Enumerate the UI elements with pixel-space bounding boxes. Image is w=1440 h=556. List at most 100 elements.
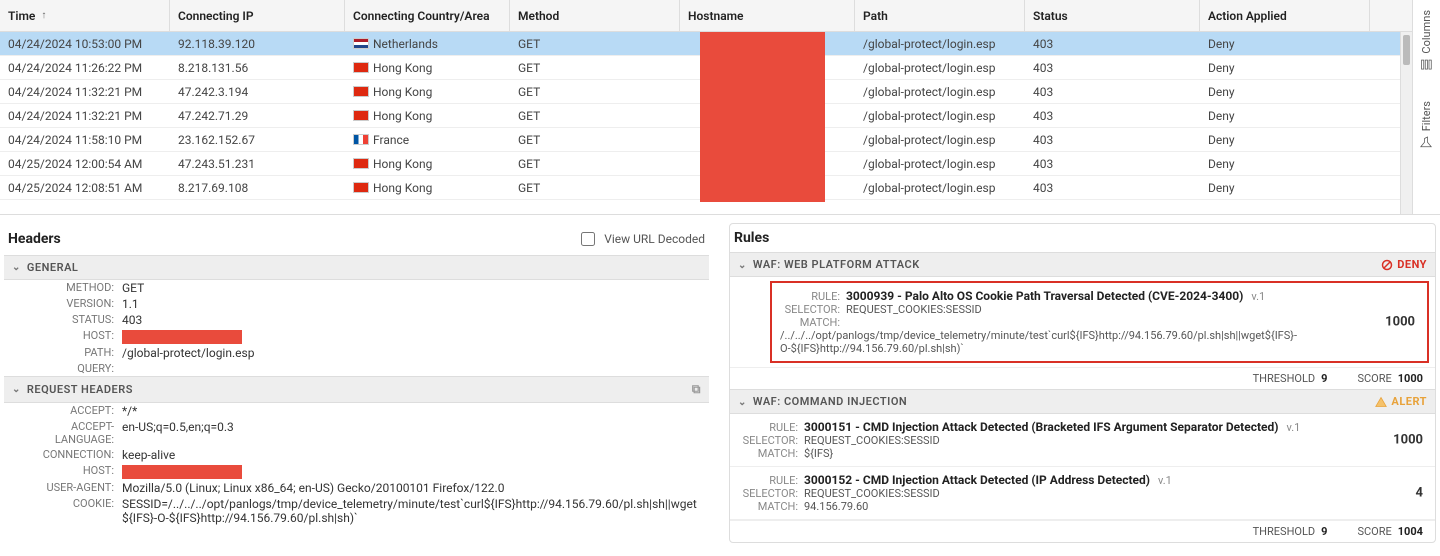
col-action[interactable]: Action Applied (1200, 0, 1370, 31)
general-status: 403 (122, 313, 701, 327)
col-time[interactable]: Time↑ (0, 0, 170, 31)
cell-action: Deny (1200, 37, 1370, 51)
cell-time: 04/25/2024 12:08:51 AM (0, 181, 170, 195)
rule-section-header[interactable]: ⌄WAF: WEB PLATFORM ATTACK DENY (730, 252, 1435, 277)
cell-time: 04/24/2024 11:58:10 PM (0, 133, 170, 147)
log-grid: Time↑ Connecting IP Connecting Country/A… (0, 0, 1412, 214)
headers-panel: Headers View URL Decoded ⌄GENERAL METHOD… (4, 223, 709, 543)
col-path[interactable]: Path (855, 0, 1025, 31)
general-query (122, 362, 701, 375)
cell-ip: 92.118.39.120 (170, 37, 345, 51)
cell-country: Hong Kong (345, 157, 510, 171)
hdr-accept: */* (122, 404, 701, 418)
headers-title: Headers (8, 231, 61, 247)
col-ip[interactable]: Connecting IP (170, 0, 345, 31)
cell-path: /global-protect/login.esp (855, 37, 1025, 51)
general-version: 1.1 (122, 297, 701, 311)
cell-path: /global-protect/login.esp (855, 181, 1025, 195)
general-path: /global-protect/login.esp (122, 346, 701, 360)
cell-action: Deny (1200, 85, 1370, 99)
cell-action: Deny (1200, 61, 1370, 75)
general-method: GET (122, 281, 701, 295)
cell-path: /global-protect/login.esp (855, 157, 1025, 171)
cell-action: Deny (1200, 109, 1370, 123)
rule-section-header[interactable]: ⌄WAF: COMMAND INJECTION ALERT (730, 389, 1435, 414)
cell-method: GET (510, 133, 680, 147)
grid-header: Time↑ Connecting IP Connecting Country/A… (0, 0, 1412, 32)
col-status[interactable]: Status (1025, 0, 1200, 31)
flag-icon (353, 110, 369, 121)
redacted-host (122, 465, 242, 479)
cell-status: 403 (1025, 61, 1200, 75)
cell-ip: 8.218.131.56 (170, 61, 345, 75)
rule-score: 1000 (1385, 315, 1415, 330)
cell-time: 04/24/2024 11:32:21 PM (0, 109, 170, 123)
rule-match: /../../../opt/panlogs/tmp/device_telemet… (780, 329, 1297, 355)
rule-title: 3000152 - CMD Injection Attack Detected … (804, 473, 1172, 487)
cell-path: /global-protect/login.esp (855, 61, 1025, 75)
rule-score: 1000 (1393, 433, 1423, 448)
cell-status: 403 (1025, 37, 1200, 51)
col-country[interactable]: Connecting Country/Area (345, 0, 510, 31)
cell-ip: 8.217.69.108 (170, 181, 345, 195)
columns-icon (1421, 59, 1433, 71)
rule-match: ${IFS} (804, 447, 833, 460)
flag-icon (353, 182, 369, 193)
col-host[interactable]: Hostname (680, 0, 855, 31)
rule-title: 3000939 - Palo Alto OS Cookie Path Trave… (846, 289, 1265, 303)
cell-ip: 47.242.3.194 (170, 85, 345, 99)
chevron-down-icon: ⌄ (12, 384, 21, 395)
view-url-decoded[interactable]: View URL Decoded (577, 229, 705, 249)
flag-icon (353, 158, 369, 169)
cell-country: Hong Kong (345, 181, 510, 195)
cell-action: Deny (1200, 133, 1370, 147)
redacted-host (122, 330, 242, 344)
vertical-scrollbar[interactable] (1400, 32, 1412, 214)
flag-icon (353, 86, 369, 97)
hdr-cookie: SESSID=/../../../opt/panlogs/tmp/device_… (122, 497, 701, 525)
rules-title-row: Rules (730, 224, 1435, 252)
cell-path: /global-protect/login.esp (855, 85, 1025, 99)
rule-match: 94.156.79.60 (804, 500, 868, 513)
cell-method: GET (510, 85, 680, 99)
cell-ip: 47.243.51.231 (170, 157, 345, 171)
cell-status: 403 (1025, 181, 1200, 195)
cell-time: 04/24/2024 11:26:22 PM (0, 61, 170, 75)
cell-path: /global-protect/login.esp (855, 109, 1025, 123)
scrollbar-thumb[interactable] (1403, 35, 1410, 65)
cell-ip: 47.242.71.29 (170, 109, 345, 123)
cell-method: GET (510, 37, 680, 51)
cell-country: France (345, 133, 510, 147)
redacted-hostname-block (700, 32, 825, 202)
rule-block: RULE:3000939 - Palo Alto OS Cookie Path … (770, 281, 1429, 363)
cell-method: GET (510, 157, 680, 171)
cell-country: Hong Kong (345, 85, 510, 99)
copy-icon[interactable]: ⧉ (692, 382, 701, 397)
cell-method: GET (510, 181, 680, 195)
flag-icon (353, 62, 369, 73)
filters-tab[interactable]: Filters (1420, 101, 1433, 148)
details-area: Headers View URL Decoded ⌄GENERAL METHOD… (0, 215, 1440, 551)
request-headers-section-header[interactable]: ⌄REQUEST HEADERS⧉ (4, 376, 709, 403)
flag-icon (353, 38, 369, 49)
cell-action: Deny (1200, 181, 1370, 195)
flag-icon (353, 134, 369, 145)
headers-title-row: Headers View URL Decoded (4, 223, 709, 255)
chevron-down-icon: ⌄ (12, 262, 21, 273)
col-method[interactable]: Method (510, 0, 680, 31)
rule-selector: REQUEST_COOKIES:SESSID (846, 303, 982, 316)
general-section-header[interactable]: ⌄GENERAL (4, 255, 709, 280)
rule-score: 4 (1416, 486, 1423, 501)
chevron-down-icon: ⌄ (738, 397, 747, 408)
hdr-user-agent: Mozilla/5.0 (Linux; Linux x86_64; en-US)… (122, 481, 701, 495)
action-badge: DENY (1381, 258, 1427, 271)
cell-time: 04/24/2024 11:32:21 PM (0, 85, 170, 99)
cell-ip: 23.162.152.67 (170, 133, 345, 147)
cell-method: GET (510, 109, 680, 123)
columns-tab[interactable]: Columns (1420, 10, 1433, 71)
cell-status: 403 (1025, 157, 1200, 171)
rule-block: RULE:3000152 - CMD Injection Attack Dete… (730, 467, 1435, 520)
rules-panel: Rules ⌄WAF: WEB PLATFORM ATTACK DENY RULE… (729, 223, 1436, 543)
sort-asc-icon: ↑ (41, 10, 46, 21)
rules-title: Rules (734, 230, 769, 246)
